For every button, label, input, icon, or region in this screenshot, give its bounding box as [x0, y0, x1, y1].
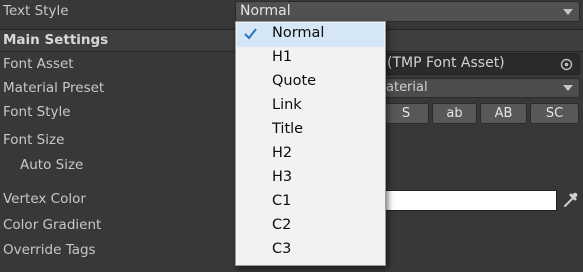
- menu-item-h2[interactable]: H2: [237, 143, 384, 167]
- menu-item-h1[interactable]: H1: [237, 47, 384, 71]
- material-preset-label: Material Preset: [3, 80, 105, 96]
- menu-item-label: C1: [272, 193, 292, 209]
- menu-item-h3[interactable]: H3: [237, 167, 384, 191]
- chevron-down-icon: [563, 9, 573, 15]
- font-asset-label: Font Asset: [3, 56, 74, 72]
- menu-item-label: Title: [272, 121, 304, 137]
- menu-item-label: Link: [272, 97, 302, 113]
- strikethrough-button[interactable]: S: [383, 103, 429, 124]
- uppercase-button[interactable]: AB: [480, 103, 527, 124]
- auto-size-label: Auto Size: [20, 157, 84, 173]
- menu-item-c3[interactable]: C3: [237, 239, 384, 263]
- menu-item-label: Quote: [272, 73, 317, 89]
- override-tags-label: Override Tags: [3, 242, 96, 258]
- menu-item-normal[interactable]: Normal: [237, 23, 384, 47]
- font-size-label: Font Size: [3, 132, 65, 148]
- menu-item-label: C3: [272, 241, 292, 257]
- object-picker-icon[interactable]: [560, 58, 573, 71]
- menu-item-label: H3: [272, 169, 293, 185]
- menu-item-title[interactable]: Title: [237, 119, 384, 143]
- menu-item-label: C2: [272, 217, 292, 233]
- chevron-down-icon: [563, 85, 573, 91]
- text-style-label: Text Style: [3, 3, 69, 19]
- lowercase-button[interactable]: ab: [432, 103, 477, 124]
- eyedropper-icon[interactable]: [561, 190, 579, 210]
- color-gradient-label: Color Gradient: [3, 217, 102, 233]
- main-settings-title: Main Settings: [3, 32, 109, 48]
- menu-item-label: H2: [272, 145, 293, 161]
- font-asset-value: (TMP Font Asset): [387, 55, 505, 71]
- menu-item-label: Normal: [272, 25, 325, 41]
- vertex-color-label: Vertex Color: [3, 191, 86, 207]
- smallcaps-button[interactable]: SC: [530, 103, 579, 124]
- text-style-dropdown[interactable]: Normal: [235, 1, 580, 22]
- menu-item-quote[interactable]: Quote: [237, 71, 384, 95]
- menu-item-c2[interactable]: C2: [237, 215, 384, 239]
- material-preset-value: aterial: [386, 80, 428, 95]
- checkmark-icon: [244, 28, 257, 40]
- menu-item-label: H1: [272, 49, 293, 65]
- text-style-value: Normal: [240, 3, 291, 19]
- menu-item-link[interactable]: Link: [237, 95, 384, 119]
- font-style-label: Font Style: [3, 104, 71, 120]
- menu-item-c1[interactable]: C1: [237, 191, 384, 215]
- vertex-color-swatch[interactable]: [384, 190, 557, 211]
- text-style-menu: Normal H1 Quote Link Title H2 H3 C1 C2 C…: [235, 21, 386, 266]
